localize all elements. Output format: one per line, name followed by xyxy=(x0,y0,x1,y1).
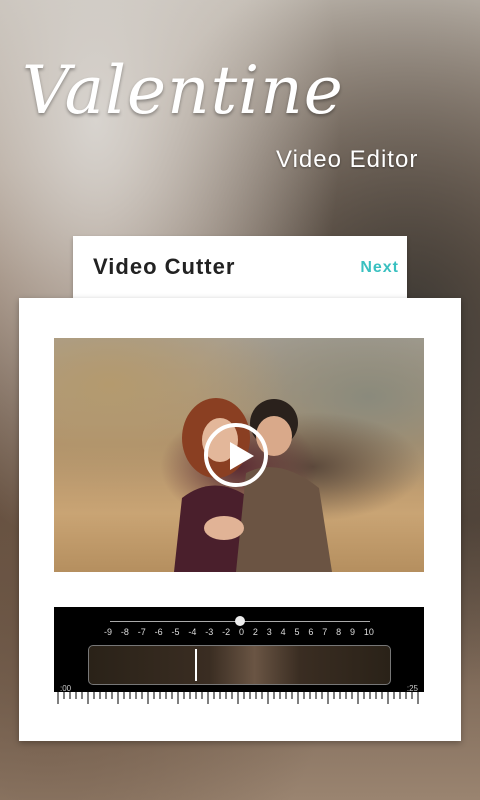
scale-label: 3 xyxy=(266,627,272,637)
scale-label: -5 xyxy=(171,627,180,637)
scale-label: -4 xyxy=(188,627,197,637)
scale-label: -8 xyxy=(120,627,129,637)
scale-label: 4 xyxy=(280,627,286,637)
scale-label: 2 xyxy=(252,627,258,637)
next-button[interactable]: Next xyxy=(360,259,399,277)
page-title: Video Cutter xyxy=(93,254,236,279)
video-preview[interactable] xyxy=(54,338,424,572)
play-button[interactable] xyxy=(204,423,268,487)
scale-label: 5 xyxy=(294,627,300,637)
app-subtitle: Video Editor xyxy=(276,146,419,173)
time-ruler xyxy=(54,692,424,708)
app-title: Valentine xyxy=(22,52,344,129)
scale-label: -3 xyxy=(205,627,214,637)
timeline-panel: -9 -8 -7 -6 -5 -4 -3 -2 0 2 3 4 5 6 7 8 … xyxy=(54,607,424,708)
scale-label: 0 xyxy=(239,627,245,637)
scale-label: -9 xyxy=(104,627,113,637)
playhead-marker[interactable] xyxy=(195,649,197,681)
scale-label: 9 xyxy=(350,627,356,637)
scale-label: -7 xyxy=(137,627,146,637)
scale-label: 6 xyxy=(308,627,314,637)
scale-label: 10 xyxy=(363,627,374,637)
timeline-scale: -9 -8 -7 -6 -5 -4 -3 -2 0 2 3 4 5 6 7 8 … xyxy=(104,627,374,641)
editor-card: -9 -8 -7 -6 -5 -4 -3 -2 0 2 3 4 5 6 7 8 … xyxy=(19,298,461,741)
scale-label: -2 xyxy=(222,627,231,637)
video-thumbnail-strip[interactable] xyxy=(88,645,391,685)
header-bar: Video Cutter Next xyxy=(73,236,407,298)
scale-label: -6 xyxy=(154,627,163,637)
scale-label: 8 xyxy=(336,627,342,637)
scale-label: 7 xyxy=(322,627,328,637)
trim-slider-handle[interactable] xyxy=(235,616,245,626)
